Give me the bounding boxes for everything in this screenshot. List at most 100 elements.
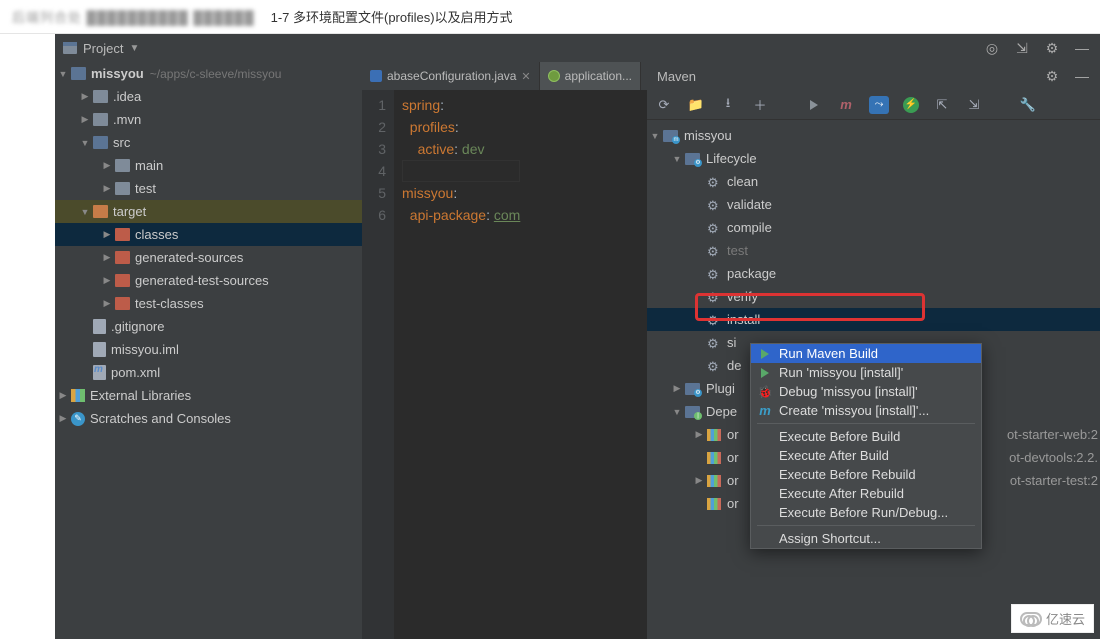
ctx-run-maven-build[interactable]: Run Maven Build <box>751 344 981 363</box>
gear-icon: ⚙ <box>707 313 721 327</box>
folder-icon <box>93 90 108 103</box>
project-tool-label[interactable]: Project ▼ <box>55 34 155 62</box>
gear-icon[interactable]: ⚙ <box>1044 40 1060 56</box>
dep-suffix: ot-starter-web:2 <box>1007 427 1100 442</box>
code-editor[interactable]: 123456 spring: profiles: active: dev mis… <box>362 90 647 639</box>
collapse-icon[interactable]: ⇲ <box>1014 40 1030 56</box>
maven-root[interactable]: ▼mmissyou <box>647 124 1100 147</box>
folder-icon <box>93 113 108 126</box>
gear-icon[interactable]: ⚙ <box>1044 68 1060 84</box>
ctx-run-install[interactable]: Run 'missyou [install]' <box>751 363 981 382</box>
tree-root[interactable]: ▼ missyou ~/apps/c-sleeve/missyou <box>55 62 362 85</box>
tree-item-ext-libs[interactable]: ▶External Libraries <box>55 384 362 407</box>
ctx-label: Execute After Rebuild <box>779 486 904 501</box>
close-icon[interactable]: ✕ <box>521 70 530 83</box>
ctx-label: Debug 'missyou [install]' <box>779 384 918 399</box>
maven-goal-test[interactable]: ⚙test <box>647 239 1100 262</box>
ctx-label: Run 'missyou [install]' <box>779 365 903 380</box>
tab-label: abaseConfiguration.java <box>387 69 516 83</box>
ctx-after-rebuild[interactable]: Execute After Rebuild <box>751 484 981 503</box>
file-icon <box>93 342 106 357</box>
download-icon[interactable]: ⭳ <box>719 96 737 114</box>
maven-label: Plugi <box>706 381 735 396</box>
wrench-icon[interactable]: 🔧 <box>1019 96 1037 114</box>
ctx-after-build[interactable]: Execute After Build <box>751 446 981 465</box>
editor-tab-yaml[interactable]: application... <box>540 62 641 90</box>
editor-tab-java[interactable]: abaseConfiguration.java ✕ <box>362 62 540 90</box>
tree-item-testcls[interactable]: ▶test-classes <box>55 292 362 315</box>
reimport-icon[interactable]: ⟳ <box>655 96 673 114</box>
maven-lifecycle[interactable]: ▼⚙Lifecycle <box>647 147 1100 170</box>
ctx-before-run[interactable]: Execute Before Run/Debug... <box>751 503 981 522</box>
maven-label: or <box>727 427 739 442</box>
tree-item-idea[interactable]: ▶.idea <box>55 85 362 108</box>
maven-goal-install[interactable]: ⚙install <box>647 308 1100 331</box>
library-icon <box>707 452 721 464</box>
maven-label: test <box>727 243 748 258</box>
maven-goal-validate[interactable]: ⚙validate <box>647 193 1100 216</box>
tree-item-gitignore[interactable]: .gitignore <box>55 315 362 338</box>
maven-label: verify <box>727 289 758 304</box>
ctx-before-build[interactable]: Execute Before Build <box>751 427 981 446</box>
locate-icon[interactable]: ◎ <box>984 40 1000 56</box>
project-icon <box>63 42 77 54</box>
maven-goal-compile[interactable]: ⚙compile <box>647 216 1100 239</box>
tab-label: application... <box>565 69 632 83</box>
tree-item-gentest[interactable]: ▶generated-test-sources <box>55 269 362 292</box>
ctx-assign-shortcut[interactable]: Assign Shortcut... <box>751 529 981 548</box>
ctx-label: Assign Shortcut... <box>779 531 881 546</box>
hide-icon[interactable]: — <box>1074 68 1090 84</box>
tree-item-mvn[interactable]: ▶.mvn <box>55 108 362 131</box>
tree-item-src[interactable]: ▼src <box>55 131 362 154</box>
maven-file-icon <box>93 365 106 380</box>
line-gutter: 123456 <box>362 90 394 639</box>
ctx-label: Execute Before Run/Debug... <box>779 505 948 520</box>
blurred-breadcrumb: 后端列合处 ██████████ ██████ <box>12 7 255 26</box>
bug-icon: 🐞 <box>759 386 771 398</box>
tree-item-target[interactable]: ▼target <box>55 200 362 223</box>
project-tree[interactable]: ▼ missyou ~/apps/c-sleeve/missyou ▶.idea… <box>55 62 362 639</box>
gear-icon: ⚙ <box>707 290 721 304</box>
tree-label: generated-sources <box>135 250 243 265</box>
maven-label: missyou <box>684 128 732 143</box>
maven-goal-package[interactable]: ⚙package <box>647 262 1100 285</box>
ctx-before-rebuild[interactable]: Execute Before Rebuild <box>751 465 981 484</box>
dep-suffix: ot-starter-test:2 <box>1010 473 1100 488</box>
maven-label: clean <box>727 174 758 189</box>
ctx-debug-install[interactable]: 🐞 Debug 'missyou [install]' <box>751 382 981 401</box>
tree-item-gensrc[interactable]: ▶generated-sources <box>55 246 362 269</box>
folder-icon <box>115 251 130 264</box>
expand-icon[interactable]: ▼ <box>57 69 69 79</box>
tree-item-scratches[interactable]: ▶✎Scratches and Consoles <box>55 407 362 430</box>
tree-item-main[interactable]: ▶main <box>55 154 362 177</box>
code-content[interactable]: spring: profiles: active: dev missyou: a… <box>394 90 520 639</box>
file-icon <box>93 319 106 334</box>
run-icon[interactable] <box>805 96 823 114</box>
separator <box>751 522 981 529</box>
tree-path: ~/apps/c-sleeve/missyou <box>150 67 282 81</box>
tree-item-test[interactable]: ▶test <box>55 177 362 200</box>
tree-item-classes[interactable]: ▶classes <box>55 223 362 246</box>
skip-tests-icon[interactable]: ⤳ <box>869 96 889 114</box>
add-icon[interactable]: ＋ <box>751 96 769 114</box>
tree-label: missyou.iml <box>111 342 179 357</box>
ctx-create-config[interactable]: mCreate 'missyou [install]'... <box>751 401 981 420</box>
maven-goal-verify[interactable]: ⚙ verify <box>647 285 1100 308</box>
folder-icon <box>115 228 130 241</box>
gear-icon: ⚙ <box>707 198 721 212</box>
tree-item-pom[interactable]: pom.xml <box>55 361 362 384</box>
collapse-all-icon[interactable]: ⇱ <box>933 96 951 114</box>
tree-label: target <box>113 204 146 219</box>
dep-suffix: ot-devtools:2.2. <box>1009 450 1100 465</box>
maven-goal-clean[interactable]: ⚙clean <box>647 170 1100 193</box>
deps-icon: | <box>685 406 700 418</box>
tree-item-iml[interactable]: missyou.iml <box>55 338 362 361</box>
generate-sources-icon[interactable]: 📁 <box>687 96 705 114</box>
maven-m-icon[interactable]: m <box>837 96 855 114</box>
offline-icon[interactable]: ⚡ <box>903 97 919 113</box>
context-menu: Run Maven Build Run 'missyou [install]' … <box>750 343 982 549</box>
hide-icon[interactable]: — <box>1074 40 1090 56</box>
expand-all-icon[interactable]: ⇲ <box>965 96 983 114</box>
run-icon <box>759 367 771 379</box>
ctx-label: Execute Before Rebuild <box>779 467 916 482</box>
